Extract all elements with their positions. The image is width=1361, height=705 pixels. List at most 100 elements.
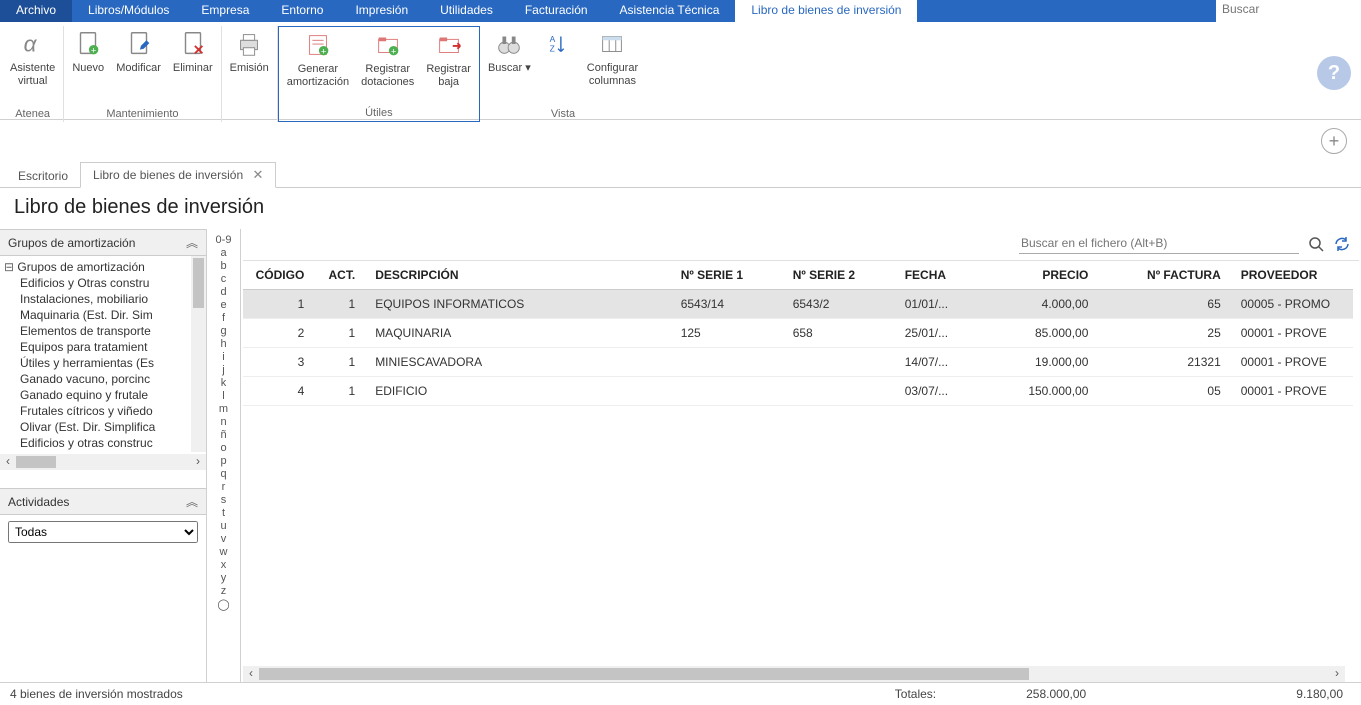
add-tab-button[interactable]: + xyxy=(1321,128,1347,154)
alpha-t[interactable]: t xyxy=(207,506,240,519)
tree-item[interactable]: Ganado vacuno, porcinc xyxy=(20,371,206,387)
tree-item[interactable]: Edificios y Otras constru xyxy=(20,275,206,291)
col-desc[interactable]: DESCRIPCIÓN xyxy=(365,261,671,290)
alpha-ñ[interactable]: ñ xyxy=(207,428,240,441)
col-fecha[interactable]: FECHA xyxy=(895,261,966,290)
alpha-h[interactable]: h xyxy=(207,337,240,350)
menu-entorno[interactable]: Entorno xyxy=(265,0,339,22)
col-codigo[interactable]: CÓDIGO xyxy=(243,261,314,290)
alpha-q[interactable]: q xyxy=(207,467,240,480)
alpha-w[interactable]: w xyxy=(207,545,240,558)
alpha-f[interactable]: f xyxy=(207,311,240,324)
ribbon-btn-columns[interactable]: Configurar columnas xyxy=(581,26,644,90)
ribbon-btn-file-edit[interactable]: Modificar xyxy=(110,26,167,77)
ribbon-btn-sort[interactable]: AZ xyxy=(537,26,581,90)
ribbon-btn-label: Eliminar xyxy=(173,62,213,75)
alpha-i[interactable]: i xyxy=(207,350,240,363)
col-ns1[interactable]: Nº SERIE 1 xyxy=(671,261,783,290)
ribbon-btn-file-delete[interactable]: Eliminar xyxy=(167,26,219,77)
alpha-s[interactable]: s xyxy=(207,493,240,506)
alpha-o[interactable]: o xyxy=(207,441,240,454)
alpha-0-9[interactable]: 0-9 xyxy=(207,233,240,246)
alpha-j[interactable]: j xyxy=(207,363,240,376)
global-search-input[interactable] xyxy=(1216,0,1361,18)
cell-prov: 00005 - PROMO xyxy=(1231,290,1353,319)
tree-root[interactable]: Grupos de amortización xyxy=(4,259,206,275)
activities-select[interactable]: Todas xyxy=(8,521,198,543)
alpha-b[interactable]: b xyxy=(207,259,240,272)
help-icon[interactable]: ? xyxy=(1317,56,1351,90)
table-row[interactable]: 21MAQUINARIA12565825/01/...85.000,002500… xyxy=(243,319,1353,348)
alpha-l[interactable]: l xyxy=(207,389,240,402)
cell-act: 1 xyxy=(314,377,365,406)
menu-facturacion[interactable]: Facturación xyxy=(509,0,604,22)
refresh-icon[interactable] xyxy=(1333,235,1351,253)
cell-fecha: 14/07/... xyxy=(895,348,966,377)
cell-precio: 19.000,00 xyxy=(966,348,1098,377)
tree-item[interactable]: Instalaciones, mobiliario xyxy=(20,291,206,307)
alpha-d[interactable]: d xyxy=(207,285,240,298)
ribbon-btn-binoculars[interactable]: Buscar ▾ xyxy=(482,26,537,90)
ribbon-btn-label: Buscar ▾ xyxy=(488,62,531,75)
doc-add-icon: + xyxy=(302,29,334,61)
menu-file[interactable]: Archivo xyxy=(0,0,72,22)
ribbon-btn-doc-add[interactable]: +Generar amortización xyxy=(281,27,355,91)
tree-item[interactable]: Frutales cítricos y viñedo xyxy=(20,403,206,419)
menu-asistencia[interactable]: Asistencia Técnica xyxy=(604,0,736,22)
collapse-icon[interactable]: ︽ xyxy=(186,234,198,251)
ribbon-btn-folder-out[interactable]: Registrar baja xyxy=(420,27,477,91)
col-prov[interactable]: PROVEEDOR xyxy=(1231,261,1353,290)
ribbon-btn-file-add[interactable]: +Nuevo xyxy=(66,26,110,77)
alpha-g[interactable]: g xyxy=(207,324,240,337)
tree-item[interactable]: Olivar (Est. Dir. Simplifica xyxy=(20,419,206,435)
menu-libro-bienes[interactable]: Libro de bienes de inversión xyxy=(735,0,917,22)
alpha-m[interactable]: m xyxy=(207,402,240,415)
table-row[interactable]: 41EDIFICIO03/07/...150.000,000500001 - P… xyxy=(243,377,1353,406)
alpha-p[interactable]: p xyxy=(207,454,240,467)
alpha-k[interactable]: k xyxy=(207,376,240,389)
ribbon-btn-alpha[interactable]: αAsistente virtual xyxy=(4,26,61,90)
totals-label: Totales: xyxy=(895,687,936,701)
table-row[interactable]: 31MINIESCAVADORA14/07/...19.000,00213210… xyxy=(243,348,1353,377)
menu-libros[interactable]: Libros/Módulos xyxy=(72,0,185,22)
tab-libro-bienes[interactable]: Libro de bienes de inversión ✕ xyxy=(80,162,276,188)
alpha-e[interactable]: e xyxy=(207,298,240,311)
alpha-z[interactable]: z xyxy=(207,584,240,597)
grid-h-scroll[interactable]: ‹› xyxy=(243,666,1345,682)
tree-item[interactable]: Edificios y otras construc xyxy=(20,435,206,451)
tab-escritorio[interactable]: Escritorio xyxy=(6,165,80,187)
tree-scrollbar[interactable] xyxy=(191,256,206,452)
menu-empresa[interactable]: Empresa xyxy=(185,0,265,22)
menu-impresion[interactable]: Impresión xyxy=(339,0,424,22)
grid-search-input[interactable] xyxy=(1019,233,1299,254)
col-ns2[interactable]: Nº SERIE 2 xyxy=(783,261,895,290)
tree-item[interactable]: Útiles y herramientas (Es xyxy=(20,355,206,371)
tree-h-scroll[interactable]: ‹› xyxy=(0,454,206,470)
tab-close-icon[interactable]: ✕ xyxy=(252,167,263,182)
tree-item[interactable]: Ganado equino y frutale xyxy=(20,387,206,403)
collapse-icon[interactable]: ︽ xyxy=(186,493,198,510)
alpha-u[interactable]: u xyxy=(207,519,240,532)
ribbon-btn-folder-add[interactable]: +Registrar dotaciones xyxy=(355,27,420,91)
alpha-c[interactable]: c xyxy=(207,272,240,285)
alpha-y[interactable]: y xyxy=(207,571,240,584)
alpha-v[interactable]: v xyxy=(207,532,240,545)
menu-utilidades[interactable]: Utilidades xyxy=(424,0,509,22)
alpha-n[interactable]: n xyxy=(207,415,240,428)
alpha-x[interactable]: x xyxy=(207,558,240,571)
table-row[interactable]: 11EQUIPOS INFORMATICOS6543/146543/201/01… xyxy=(243,290,1353,319)
col-act[interactable]: ACT. xyxy=(314,261,365,290)
tree-item[interactable]: Elementos de transporte xyxy=(20,323,206,339)
ribbon-btn-printer[interactable]: Emisión xyxy=(224,26,275,77)
col-precio[interactable]: PRECIO xyxy=(966,261,1098,290)
alpha-a[interactable]: a xyxy=(207,246,240,259)
activities-header: Actividades ︽ xyxy=(0,488,206,515)
tree-item[interactable]: Maquinaria (Est. Dir. Sim xyxy=(20,307,206,323)
alpha-◯[interactable]: ◯ xyxy=(207,597,240,611)
ribbon-group-4: Buscar ▾AZConfigurar columnasVista xyxy=(480,26,646,122)
col-nfact[interactable]: Nº FACTURA xyxy=(1098,261,1230,290)
ribbon-group-name: Mantenimiento xyxy=(106,106,178,122)
alpha-r[interactable]: r xyxy=(207,480,240,493)
search-icon[interactable] xyxy=(1307,235,1325,253)
tree-item[interactable]: Equipos para tratamient xyxy=(20,339,206,355)
